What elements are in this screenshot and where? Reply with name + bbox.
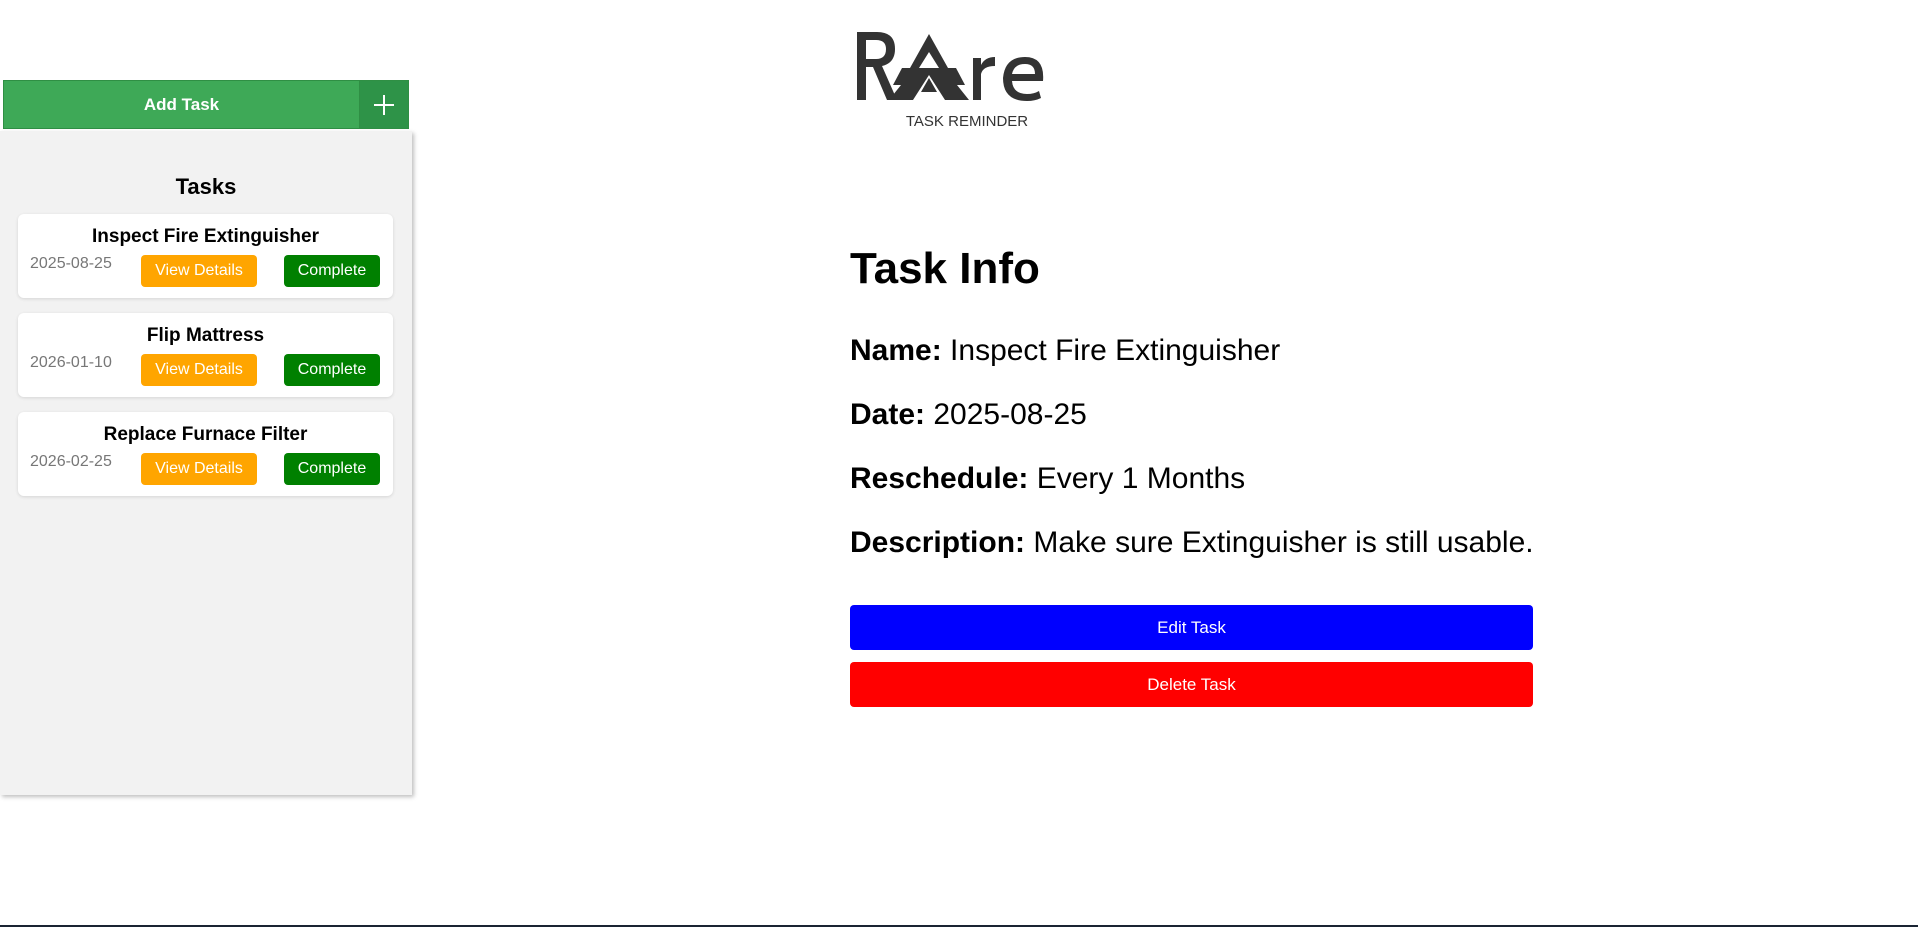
task-reschedule-label: Reschedule: (850, 462, 1029, 495)
task-card-title: Inspect Fire Extinguisher (92, 226, 319, 247)
task-date-value: 2025-08-25 (933, 398, 1087, 431)
plus-icon (374, 94, 394, 115)
task-date-row: Date: 2025-08-25 (850, 398, 1087, 432)
task-date-label: Date: (850, 398, 926, 431)
view-details-button[interactable]: View Details (141, 453, 257, 485)
add-task-plus-button[interactable] (359, 80, 409, 129)
task-card: Inspect Fire Extinguisher 2025-08-25 Vie… (18, 214, 393, 298)
task-card: Replace Furnace Filter 2026-02-25 View D… (18, 412, 393, 496)
task-description-row: Description: Make sure Extinguisher is s… (850, 526, 1534, 560)
task-name-value: Inspect Fire Extinguisher (950, 334, 1281, 367)
logo-tagline: TASK REMINDER (906, 113, 1028, 130)
add-task-bar: Add Task (3, 80, 409, 129)
task-card-date: 2025-08-25 (30, 255, 112, 272)
task-card-date: 2026-01-10 (30, 354, 112, 371)
task-sidebar: Tasks Inspect Fire Extinguisher 2025-08-… (0, 131, 412, 795)
task-card-title: Replace Furnace Filter (103, 424, 308, 445)
task-description-label: Description: (850, 526, 1026, 559)
task-info-title: Task Info (850, 244, 1040, 293)
complete-button[interactable]: Complete (284, 255, 380, 287)
add-task-button[interactable]: Add Task (3, 80, 359, 129)
complete-button[interactable]: Complete (284, 354, 380, 386)
task-name-label: Name: (850, 334, 942, 367)
sidebar-title: Tasks (175, 174, 237, 199)
delete-task-button[interactable]: Delete Task (850, 662, 1533, 707)
task-reschedule-row: Reschedule: Every 1 Months (850, 462, 1245, 496)
task-description-value: Make sure Extinguisher is still usable. (1033, 526, 1534, 559)
view-details-button[interactable]: View Details (141, 354, 257, 386)
edit-task-button[interactable]: Edit Task (850, 605, 1533, 650)
task-card-title: Flip Mattress (146, 325, 265, 346)
task-card-date: 2026-02-25 (30, 453, 112, 470)
complete-button[interactable]: Complete (284, 453, 380, 485)
task-name-row: Name: Inspect Fire Extinguisher (850, 334, 1280, 368)
view-details-button[interactable]: View Details (141, 255, 257, 287)
task-card: Flip Mattress 2026-01-10 View Details Co… (18, 313, 393, 397)
page: Add Task Tasks Inspect Fire Extinguisher… (0, 0, 1918, 927)
task-reschedule-value: Every 1 Months (1036, 462, 1246, 495)
rare-logo: TASK REMINDER (857, 32, 1044, 130)
